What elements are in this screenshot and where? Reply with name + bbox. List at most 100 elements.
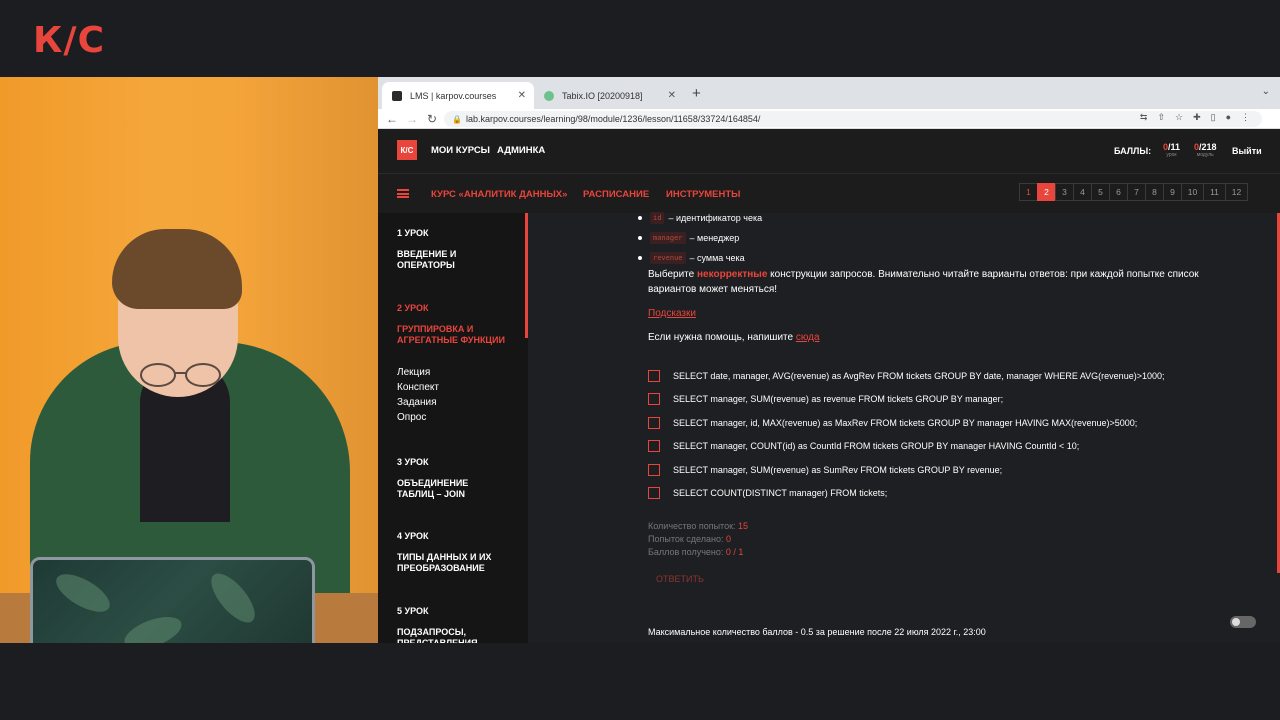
browser-window: LMS | karpov.courses ✕ Tabix.IO [2020091… bbox=[378, 77, 1280, 643]
sidebar-item-quiz[interactable]: Опрос bbox=[397, 412, 426, 423]
checkbox[interactable] bbox=[648, 417, 660, 429]
help-link[interactable]: сюда bbox=[796, 332, 820, 343]
reload-icon[interactable]: ↻ bbox=[422, 112, 442, 126]
score-label: БАЛЛЫ: bbox=[1114, 146, 1152, 156]
nav-tools[interactable]: ИНСТРУМЕНТЫ bbox=[666, 189, 740, 200]
list-item: revenue – сумма чека bbox=[638, 252, 745, 264]
lesson-link[interactable]: ПОДЗАПРОСЫ, ПРЕДСТАВЛЕНИЯ bbox=[397, 627, 507, 643]
sidebar-item-notes[interactable]: Конспект bbox=[397, 382, 439, 393]
glasses-icon bbox=[140, 363, 221, 387]
lessons-sidebar: 1 УРОК ВВЕДЕНИЕ И ОПЕРАТОРЫ 2 УРОК ГРУПП… bbox=[378, 213, 528, 643]
lesson-number: 2 УРОК bbox=[397, 303, 429, 313]
page-button[interactable]: 4 bbox=[1073, 183, 1092, 201]
list-item: id – идентификатор чека bbox=[638, 212, 762, 224]
code-chip: revenue bbox=[650, 252, 686, 264]
forward-icon[interactable]: → bbox=[402, 112, 422, 126]
laptop bbox=[30, 557, 315, 643]
code-chip: manager bbox=[650, 232, 686, 244]
chevron-down-icon[interactable]: ⌄ bbox=[1262, 86, 1270, 97]
sidebar-item-tasks[interactable]: Задания bbox=[397, 397, 437, 408]
kebab-menu-icon[interactable]: ⋮ bbox=[1241, 112, 1250, 123]
back-icon[interactable]: ← bbox=[382, 112, 402, 126]
page-button[interactable]: 3 bbox=[1055, 183, 1074, 201]
webcam-video bbox=[0, 77, 378, 643]
page-button[interactable]: 5 bbox=[1091, 183, 1110, 201]
checkbox[interactable] bbox=[648, 370, 660, 382]
extension-icons: ⇆ ⇧ ☆ ✚ ▯ ● ⋮ bbox=[1140, 112, 1250, 123]
close-icon[interactable]: ✕ bbox=[668, 90, 676, 101]
module-score: 0/218 модуль bbox=[1194, 142, 1217, 158]
page-button[interactable]: 1 bbox=[1019, 183, 1038, 201]
brand-logo: К/С bbox=[33, 20, 105, 61]
lesson-content: 1 УРОК ВВЕДЕНИЕ И ОПЕРАТОРЫ 2 УРОК ГРУПП… bbox=[378, 212, 1280, 643]
browser-tabbar: LMS | karpov.courses ✕ Tabix.IO [2020091… bbox=[378, 77, 1280, 109]
task-instruction: Выберите некорректные конструкции запрос… bbox=[648, 269, 1199, 295]
sidebar-item-lecture[interactable]: Лекция bbox=[397, 367, 430, 378]
answer-option[interactable]: SELECT manager, id, MAX(revenue) as MaxR… bbox=[648, 417, 1137, 429]
new-tab-button[interactable]: + bbox=[692, 85, 701, 102]
translate-icon[interactable]: ⇆ bbox=[1140, 112, 1148, 123]
page-button[interactable]: 7 bbox=[1127, 183, 1146, 201]
checkbox[interactable] bbox=[648, 393, 660, 405]
tab-tabix[interactable]: Tabix.IO [20200918] ✕ bbox=[534, 82, 684, 109]
checkbox[interactable] bbox=[648, 464, 660, 476]
tab-label: Tabix.IO [20200918] bbox=[562, 90, 643, 101]
answer-option[interactable]: SELECT date, manager, AVG(revenue) as Av… bbox=[648, 370, 1164, 382]
page-button[interactable]: 8 bbox=[1145, 183, 1164, 201]
page-button[interactable]: 9 bbox=[1163, 183, 1182, 201]
theme-toggle[interactable] bbox=[1230, 616, 1256, 628]
lesson-link[interactable]: ВВЕДЕНИЕ И ОПЕРАТОРЫ bbox=[397, 249, 507, 270]
page-button[interactable]: 12 bbox=[1225, 183, 1248, 201]
points-earned: Баллов получено: 0 / 1 bbox=[648, 547, 744, 557]
lesson-link-active[interactable]: ГРУППИРОВКА И АГРЕГАТНЫЕ ФУНКЦИИ bbox=[397, 324, 507, 345]
lesson-number: 4 УРОК bbox=[397, 531, 429, 541]
sidepanel-icon[interactable]: ▯ bbox=[1211, 112, 1216, 123]
lesson-number: 5 УРОК bbox=[397, 606, 429, 616]
task-panel: id – идентификатор чека manager – менеджер… bbox=[528, 212, 1280, 643]
attempts-total: Количество попыток: 15 bbox=[648, 521, 749, 531]
profile-icon[interactable]: ● bbox=[1226, 112, 1231, 123]
course-subnav: КУРС «АНАЛИТИК ДАННЫХ» РАСПИСАНИЕ ИНСТРУ… bbox=[378, 173, 1280, 213]
answer-option[interactable]: SELECT COUNT(DISTINCT manager) FROM tick… bbox=[648, 487, 887, 499]
page-button[interactable]: 2 bbox=[1037, 183, 1056, 201]
address-bar: ← → ↻ 🔒 lab.karpov.courses/learning/98/m… bbox=[378, 109, 1280, 129]
lesson-number: 1 УРОК bbox=[397, 228, 429, 238]
url-text: lab.karpov.courses/learning/98/module/12… bbox=[466, 114, 761, 124]
page-button[interactable]: 10 bbox=[1181, 183, 1204, 201]
checkbox[interactable] bbox=[648, 487, 660, 499]
help-text: Если нужна помощь, напишите сюда bbox=[648, 332, 820, 343]
nav-schedule[interactable]: РАСПИСАНИЕ bbox=[583, 189, 649, 200]
nav-my-courses[interactable]: МОИ КУРСЫ bbox=[431, 145, 490, 156]
list-item: manager – менеджер bbox=[638, 232, 739, 244]
lesson-score: 0/11 урок bbox=[1163, 142, 1181, 158]
page-button[interactable]: 11 bbox=[1203, 183, 1226, 201]
hints-link[interactable]: Подсказки bbox=[648, 306, 1228, 321]
close-icon[interactable]: ✕ bbox=[518, 90, 526, 101]
lesson-link[interactable]: ТИПЫ ДАННЫХ И ИХ ПРЕОБРАЗОВАНИЕ bbox=[397, 552, 507, 573]
share-icon[interactable]: ⇧ bbox=[1157, 112, 1165, 123]
answer-option[interactable]: SELECT manager, COUNT(id) as CountId FRO… bbox=[648, 440, 1079, 452]
star-icon[interactable]: ☆ bbox=[1175, 112, 1183, 123]
puzzle-icon[interactable]: ✚ bbox=[1193, 112, 1201, 123]
tab-label: LMS | karpov.courses bbox=[410, 90, 497, 101]
lesson-number: 3 УРОК bbox=[397, 457, 429, 467]
site-logo[interactable]: К/С bbox=[397, 140, 417, 160]
lock-icon: 🔒 bbox=[452, 114, 462, 124]
max-score-note: Максимальное количество баллов - 0.5 за … bbox=[648, 627, 986, 637]
hamburger-menu-icon[interactable] bbox=[397, 189, 409, 198]
site-header: К/С МОИ КУРСЫ АДМИНКА БАЛЛЫ: 0/11 урок 0… bbox=[378, 129, 1280, 173]
checkbox[interactable] bbox=[648, 440, 660, 452]
answer-option[interactable]: SELECT manager, SUM(revenue) as revenue … bbox=[648, 393, 1003, 405]
submit-answer-button[interactable]: ОТВЕТИТЬ bbox=[656, 574, 704, 584]
page-button[interactable]: 6 bbox=[1109, 183, 1128, 201]
attempts-made: Попыток сделано: 0 bbox=[648, 534, 731, 544]
nav-course[interactable]: КУРС «АНАЛИТИК ДАННЫХ» bbox=[431, 189, 567, 200]
logout-link[interactable]: Выйти bbox=[1232, 146, 1262, 156]
code-chip: id bbox=[650, 212, 665, 224]
person-hair bbox=[112, 229, 242, 309]
lesson-link[interactable]: ОБЪЕДИНЕНИЕ ТАБЛИЦ – JOIN bbox=[397, 478, 507, 499]
tab-lms[interactable]: LMS | karpov.courses ✕ bbox=[382, 82, 534, 109]
answer-option[interactable]: SELECT manager, SUM(revenue) as SumRev F… bbox=[648, 464, 1002, 476]
tabix-favicon-icon bbox=[544, 90, 554, 101]
nav-admin[interactable]: АДМИНКА bbox=[497, 145, 545, 156]
